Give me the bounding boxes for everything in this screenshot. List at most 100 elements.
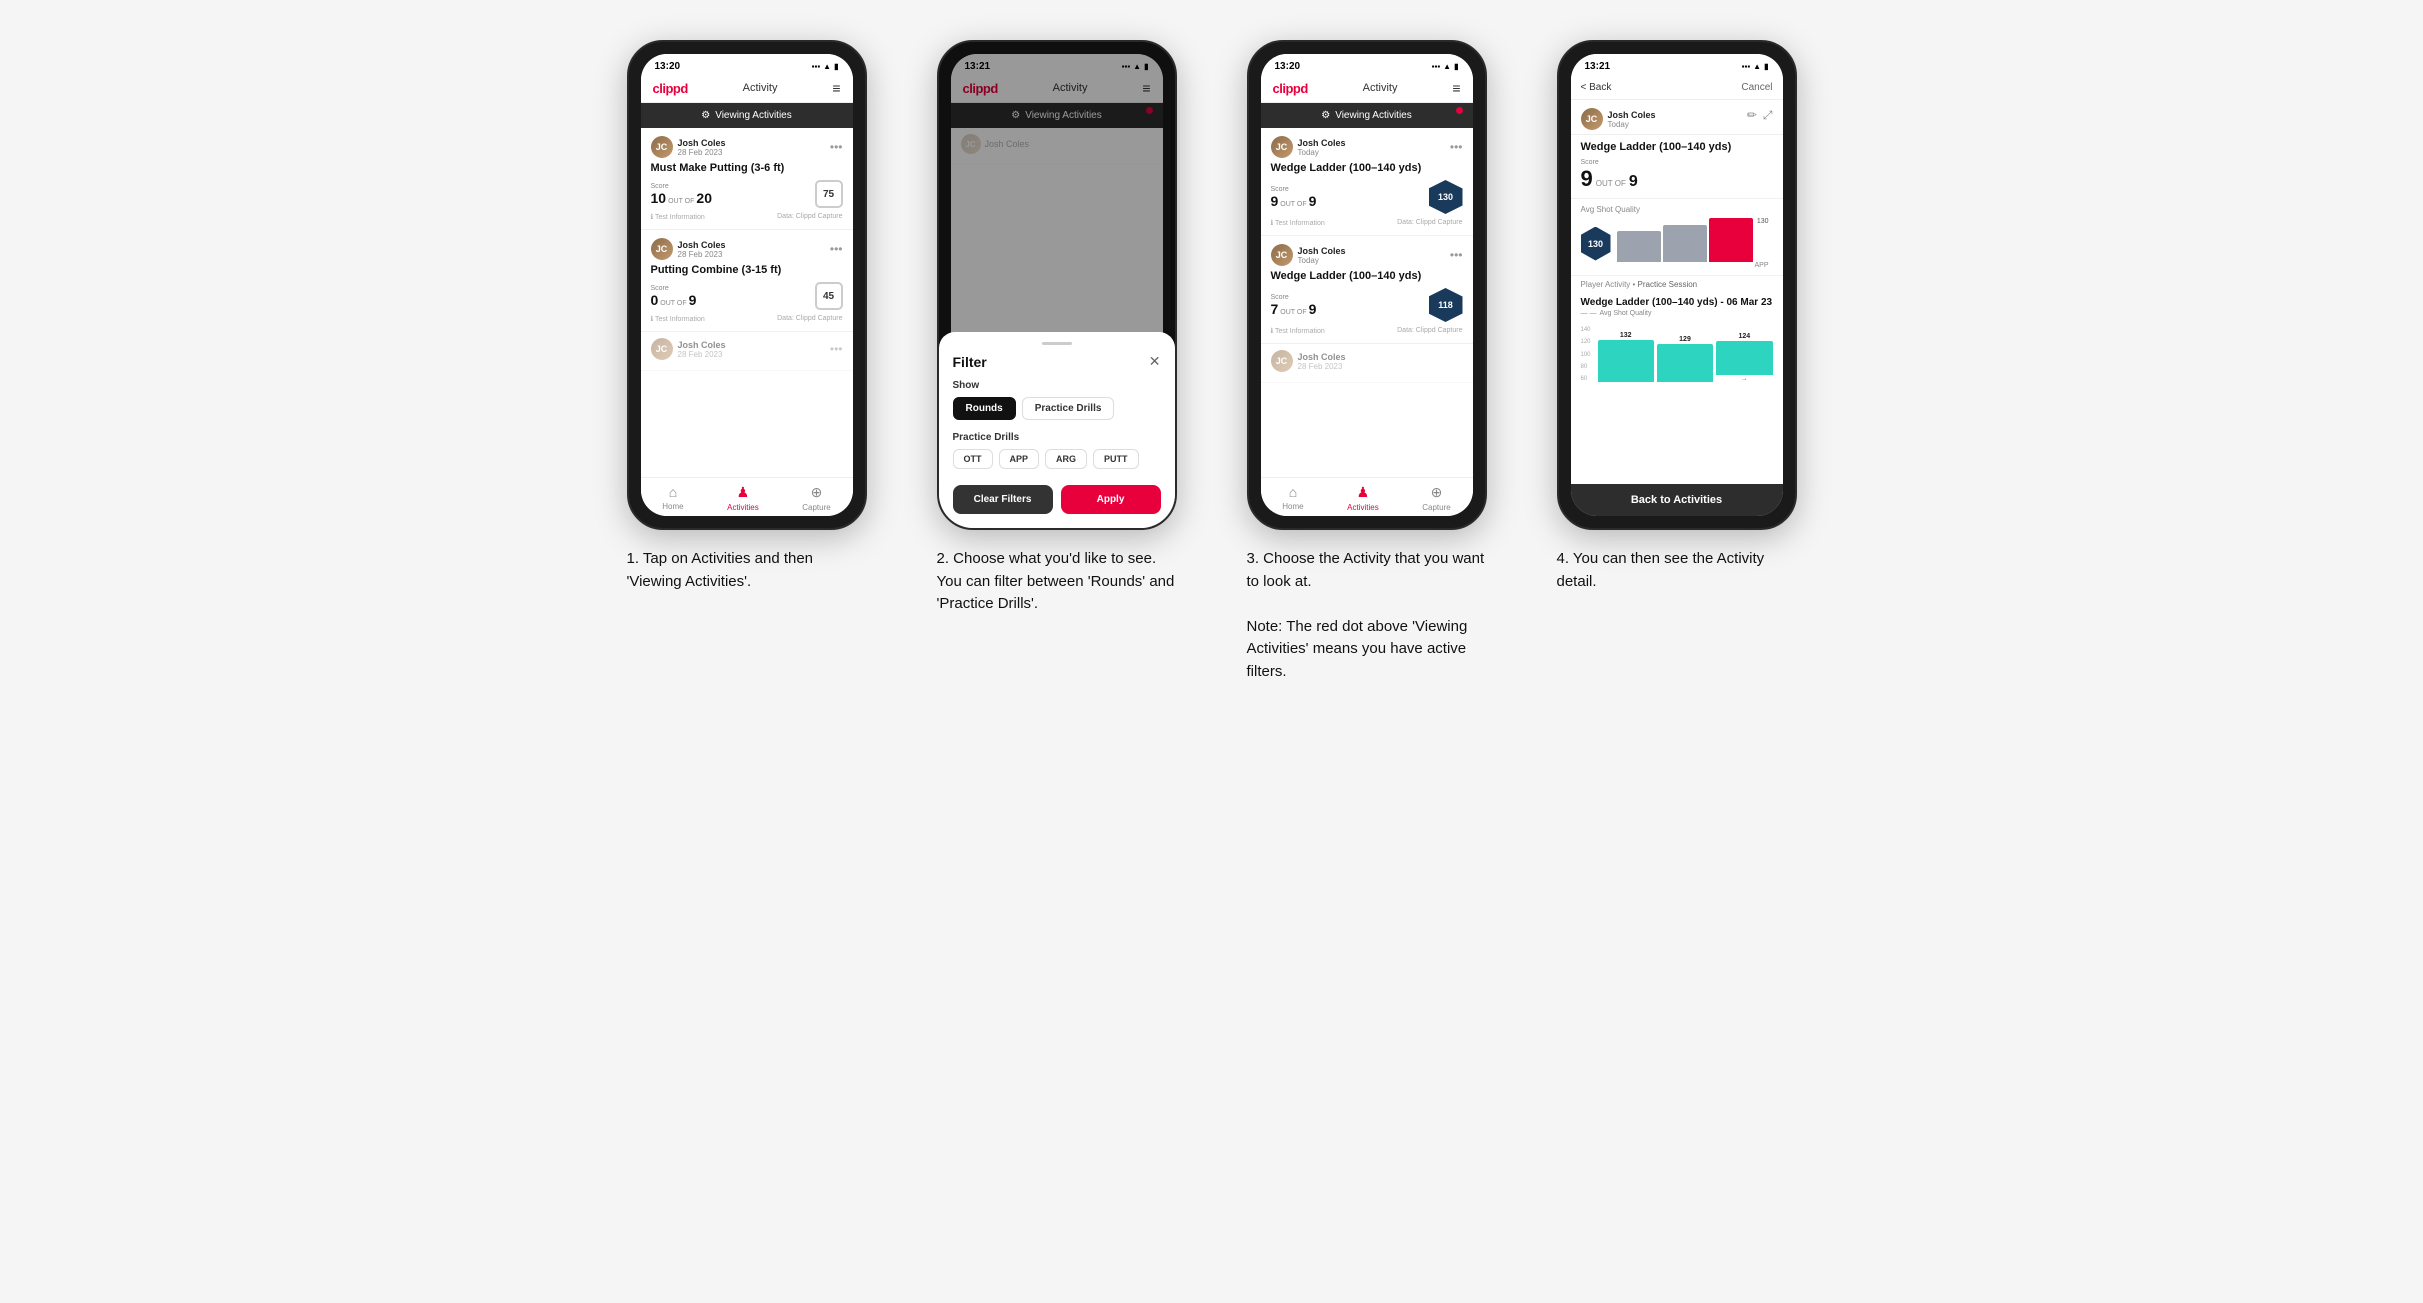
- stat-score-1: Score 10 OUT OF 20: [651, 183, 712, 206]
- clear-filters-button[interactable]: Clear Filters: [953, 485, 1053, 514]
- caption-2: 2. Choose what you'd like to see. You ca…: [937, 548, 1177, 616]
- top-nav-1: clippd Activity ≡: [641, 76, 853, 103]
- user-name-3b: Josh Coles: [1298, 246, 1346, 256]
- back-to-activities-button-4[interactable]: Back to Activities: [1571, 484, 1783, 516]
- modal-close-icon[interactable]: ✕: [1149, 353, 1161, 370]
- nav-capture-3[interactable]: ⊕ Capture: [1422, 484, 1450, 512]
- signal-icon: ▪▪▪: [812, 62, 821, 71]
- drill-pill-app[interactable]: APP: [999, 449, 1040, 469]
- card-header-1: JC Josh Coles 28 Feb 2023 •••: [651, 136, 843, 158]
- practice-session-label-4: Player Activity • Practice Session: [1571, 276, 1783, 293]
- stats-row-1: Score 10 OUT OF 20 75: [651, 180, 843, 208]
- apply-button[interactable]: Apply: [1061, 485, 1161, 514]
- activity-banner-3[interactable]: ⚙ Viewing Activities: [1261, 103, 1473, 128]
- battery-icon-4: ▮: [1764, 62, 1768, 71]
- wifi-icon-4: ▲: [1753, 62, 1761, 71]
- nav-activities-3[interactable]: ♟ Activities: [1347, 484, 1379, 512]
- cancel-button-4[interactable]: Cancel: [1741, 82, 1772, 93]
- activity-card-3c: JC Josh Coles 28 Feb 2023: [1261, 344, 1473, 383]
- home-icon-1: ⌂: [669, 484, 677, 500]
- filter-modal-sheet: Filter ✕ Show Rounds Practice Drills Pra…: [951, 332, 1163, 516]
- chart-bar-4c: [1709, 218, 1753, 262]
- bar-item-2: 129: [1657, 336, 1713, 382]
- nav-activities-1[interactable]: ♟ Activities: [727, 484, 759, 512]
- avatar-3b: JC: [1271, 244, 1293, 266]
- capture-icon-1: ⊕: [811, 484, 823, 501]
- modal-actions: Clear Filters Apply: [953, 485, 1161, 514]
- activity-title-3a: Wedge Ladder (100–140 yds): [1271, 162, 1463, 174]
- caption-4: 4. You can then see the Activity detail.: [1557, 548, 1797, 593]
- menu-icon-3[interactable]: ≡: [1452, 80, 1460, 96]
- pill-rounds[interactable]: Rounds: [953, 397, 1016, 420]
- chart-bar-4b: [1663, 225, 1707, 262]
- activities-label-1: Activities: [727, 503, 759, 512]
- filter-show-label: Show: [953, 380, 1161, 391]
- user-name-1: Josh Coles: [678, 138, 726, 148]
- signal-icon-3: ▪▪▪: [1432, 62, 1441, 71]
- user-date-3b: Today: [1298, 256, 1346, 265]
- bar-chart-4: 140 120 100 80 60 132 129: [1571, 321, 1783, 386]
- pill-practice-drills[interactable]: Practice Drills: [1022, 397, 1115, 420]
- hex-badge-4: 130: [1581, 227, 1611, 261]
- filter-drills-label: Practice Drills: [953, 432, 1161, 443]
- drill-pill-arg[interactable]: ARG: [1045, 449, 1087, 469]
- bar-item-3: 124 →: [1716, 333, 1772, 382]
- caption-1: 1. Tap on Activities and then 'Viewing A…: [627, 548, 867, 593]
- detail-activity-title-4: Wedge Ladder (100–140 yds): [1581, 141, 1773, 153]
- time-3: 13:20: [1275, 61, 1301, 72]
- bar-item-1: 132: [1598, 332, 1654, 382]
- more-dots-2[interactable]: •••: [830, 242, 843, 256]
- back-button-4[interactable]: < Back: [1581, 82, 1612, 93]
- avatar-2: JC: [651, 238, 673, 260]
- bottom-nav-3: ⌂ Home ♟ Activities ⊕ Capture: [1261, 477, 1473, 516]
- home-label-1: Home: [662, 502, 683, 511]
- filter-pills: Rounds Practice Drills: [953, 397, 1161, 420]
- status-bar-3: 13:20 ▪▪▪ ▲ ▮: [1261, 54, 1473, 76]
- banner-text-1: Viewing Activities: [715, 110, 792, 121]
- red-dot-3: [1456, 107, 1463, 114]
- activity-banner-1[interactable]: ⚙ Viewing Activities: [641, 103, 853, 128]
- drill-pill-putt[interactable]: PUTT: [1093, 449, 1139, 469]
- activity-card-2[interactable]: JC Josh Coles 28 Feb 2023 ••• Putting Co…: [641, 230, 853, 332]
- bottom-nav-1: ⌂ Home ♟ Activities ⊕ Capture: [641, 477, 853, 516]
- drill-pill-ott[interactable]: OTT: [953, 449, 993, 469]
- card-footer-1: ℹ Test Information Data: Clippd Capture: [651, 213, 843, 221]
- logo-3: clippd: [1273, 81, 1308, 96]
- time-1: 13:20: [655, 61, 681, 72]
- menu-icon-1[interactable]: ≡: [832, 80, 840, 96]
- activity-card-3b[interactable]: JC Josh Coles Today ••• Wedge Ladder (10…: [1261, 236, 1473, 344]
- activities-icon-3: ♟: [1357, 484, 1370, 501]
- nav-home-1[interactable]: ⌂ Home: [662, 484, 683, 512]
- activity-card-1[interactable]: JC Josh Coles 28 Feb 2023 ••• Must Make …: [641, 128, 853, 230]
- phone-3-col: 13:20 ▪▪▪ ▲ ▮ clippd Activity ≡ ⚙ View: [1227, 40, 1507, 683]
- activity-section-title-4: Wedge Ladder (100–140 yds) - 06 Mar 23: [1571, 293, 1783, 310]
- detail-user-date-4: Today: [1608, 120, 1656, 129]
- user-name-2: Josh Coles: [678, 240, 726, 250]
- avg-sq-label-4: Avg Shot Quality: [1581, 205, 1773, 214]
- nav-capture-1[interactable]: ⊕ Capture: [802, 484, 830, 512]
- activity-title-2: Putting Combine (3-15 ft): [651, 264, 843, 276]
- card-header-2: JC Josh Coles 28 Feb 2023 •••: [651, 238, 843, 260]
- stats-row-2: Score 0 OUT OF 9 45: [651, 282, 843, 310]
- battery-icon: ▮: [834, 62, 838, 71]
- drill-pills: OTT APP ARG PUTT: [953, 449, 1161, 469]
- activity-card-3: JC Josh Coles 28 Feb 2023 •••: [641, 332, 853, 371]
- expand-icon-4[interactable]: ⤢: [1763, 108, 1773, 123]
- user-info-2: JC Josh Coles 28 Feb 2023: [651, 238, 726, 260]
- time-4: 13:21: [1585, 61, 1611, 72]
- detail-header-4: < Back Cancel: [1571, 76, 1783, 100]
- chart-bar-4: [1617, 231, 1661, 262]
- phone-4: 13:21 ▪▪▪ ▲ ▮ < Back Cancel JC: [1557, 40, 1797, 530]
- edit-icon-4[interactable]: ✏: [1747, 108, 1757, 123]
- sq-badge-2: 45: [815, 282, 843, 310]
- activity-card-3a[interactable]: JC Josh Coles Today ••• Wedge Ladder (10…: [1261, 128, 1473, 236]
- nav-home-3[interactable]: ⌂ Home: [1282, 484, 1303, 512]
- top-nav-3: clippd Activity ≡: [1261, 76, 1473, 103]
- banner-text-3: Viewing Activities: [1335, 110, 1412, 121]
- wifi-icon: ▲: [823, 62, 831, 71]
- phone-2-col: 13:21 ▪▪▪ ▲ ▮ clippd Activity ≡ ⚙ View: [917, 40, 1197, 616]
- nav-title-3: Activity: [1363, 82, 1398, 94]
- more-dots-1[interactable]: •••: [830, 140, 843, 154]
- signal-icon-4: ▪▪▪: [1742, 62, 1751, 71]
- activity-title-3b: Wedge Ladder (100–140 yds): [1271, 270, 1463, 282]
